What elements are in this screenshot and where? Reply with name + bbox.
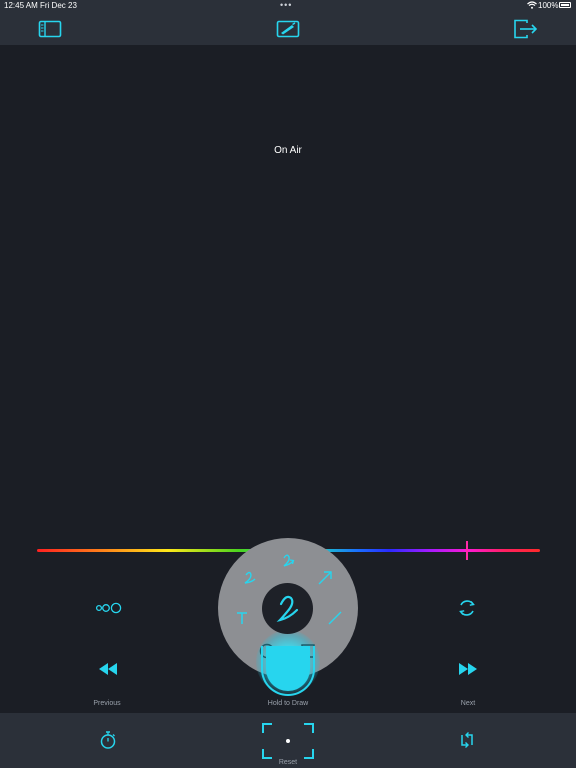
- reset-label: Reset: [278, 759, 298, 766]
- stopwatch-icon: [100, 731, 116, 749]
- line-icon: [328, 611, 342, 625]
- drawing-board-icon: [276, 20, 300, 38]
- tool-freehand-arrow[interactable]: [277, 550, 299, 572]
- next-label: Next: [460, 700, 476, 707]
- previous-label: Previous: [93, 700, 121, 707]
- freehand-icon: [276, 595, 298, 622]
- reset-corner-icon: [304, 749, 314, 759]
- status-date: Fri Dec 23: [40, 1, 77, 10]
- exit-icon: [514, 19, 538, 39]
- timer-button[interactable]: [98, 729, 118, 751]
- hold-to-draw-label: Hold to Draw: [267, 700, 309, 707]
- loop-button[interactable]: [457, 729, 477, 751]
- arrow-icon: [318, 571, 332, 585]
- reset-corner-icon: [262, 723, 272, 733]
- hold-to-draw-fill: [266, 646, 310, 691]
- tool-line[interactable]: [324, 607, 346, 629]
- tool-text[interactable]: [231, 607, 253, 629]
- center-dot-icon: [286, 739, 290, 743]
- fast-forward-icon: [459, 663, 477, 675]
- multitask-dots[interactable]: •••: [280, 0, 292, 10]
- on-air-label: On Air: [274, 145, 302, 156]
- status-time: 12:45 AM: [4, 1, 38, 10]
- current-tool-button[interactable]: [262, 583, 313, 634]
- whiteboard-button[interactable]: [275, 16, 301, 42]
- dots-size-button[interactable]: [94, 598, 124, 618]
- tool-freehand[interactable]: [239, 567, 261, 589]
- previous-button[interactable]: [97, 661, 119, 677]
- sidebar-icon: [38, 20, 62, 38]
- refresh-icon: [459, 600, 475, 616]
- refresh-button[interactable]: [456, 597, 478, 619]
- repeat-icon: [461, 732, 473, 748]
- top-toolbar: [0, 12, 576, 45]
- sidebar-toggle-button[interactable]: [37, 16, 63, 42]
- tool-arrow[interactable]: [314, 567, 336, 589]
- hold-to-draw-button[interactable]: [261, 646, 315, 696]
- freehand-arrow-icon: [283, 554, 295, 567]
- reset-button[interactable]: [262, 723, 314, 759]
- exit-button[interactable]: [513, 16, 539, 42]
- reset-corner-icon: [262, 749, 272, 759]
- color-slider-thumb[interactable]: [466, 541, 469, 560]
- text-icon: [237, 612, 247, 624]
- battery-icon: [559, 2, 571, 8]
- brush-size-icon: [95, 602, 122, 614]
- battery-percent: 100%: [538, 1, 559, 10]
- wifi-icon: [527, 1, 537, 9]
- reset-corner-icon: [304, 723, 314, 733]
- freehand-small-icon: [244, 571, 256, 584]
- next-button[interactable]: [457, 661, 479, 677]
- status-bar: 12:45 AM Fri Dec 23 ••• 100%: [0, 0, 576, 12]
- rewind-icon: [99, 663, 117, 675]
